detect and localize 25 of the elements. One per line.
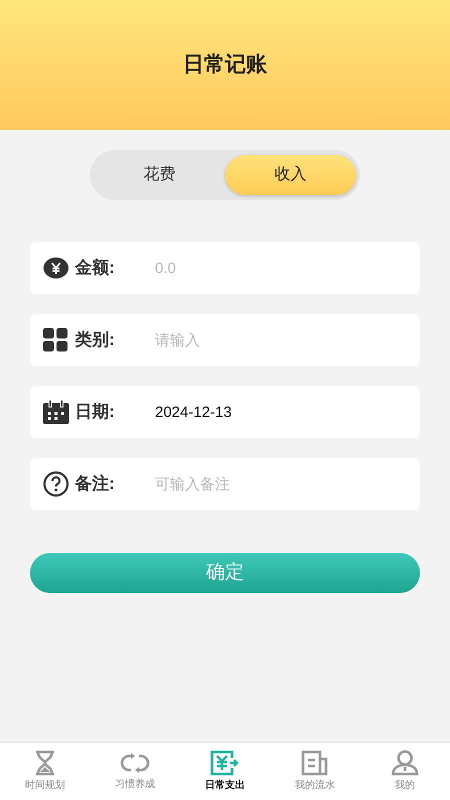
input-field[interactable]: 可输入备注 xyxy=(155,458,420,510)
input-field[interactable]: 2024-12-13 xyxy=(155,386,420,438)
nav-tab[interactable]: 我的流水 xyxy=(270,743,360,800)
input-field[interactable]: 请输入 xyxy=(155,314,420,366)
field-label: 金额: xyxy=(75,257,116,280)
yen-icon xyxy=(42,257,68,279)
question-icon xyxy=(42,471,68,497)
confirm-button[interactable]: 确定 xyxy=(30,553,420,593)
cycle-icon xyxy=(119,751,151,775)
calendar-icon xyxy=(42,400,68,424)
field-label: 备注: xyxy=(75,473,116,496)
nav-tab[interactable]: 我的 xyxy=(360,743,450,800)
document-icon xyxy=(301,750,329,776)
nav-tab[interactable]: 时间规划 xyxy=(0,743,90,800)
nav-tab[interactable]: 日常支出 xyxy=(180,743,270,800)
field-label: 类别: xyxy=(75,329,116,352)
nav-tab[interactable]: 习惯养成 xyxy=(90,743,180,800)
input-field[interactable]: 0.0 xyxy=(155,242,420,294)
segment-tab[interactable]: 收入 xyxy=(225,155,356,195)
yen-exit-icon xyxy=(210,750,240,776)
user-icon xyxy=(391,750,419,776)
segment-tab[interactable]: 花费 xyxy=(94,155,225,195)
grid-icon xyxy=(43,328,68,352)
field-label: 日期: xyxy=(75,401,116,424)
page-title: 日常记账 xyxy=(183,52,267,78)
